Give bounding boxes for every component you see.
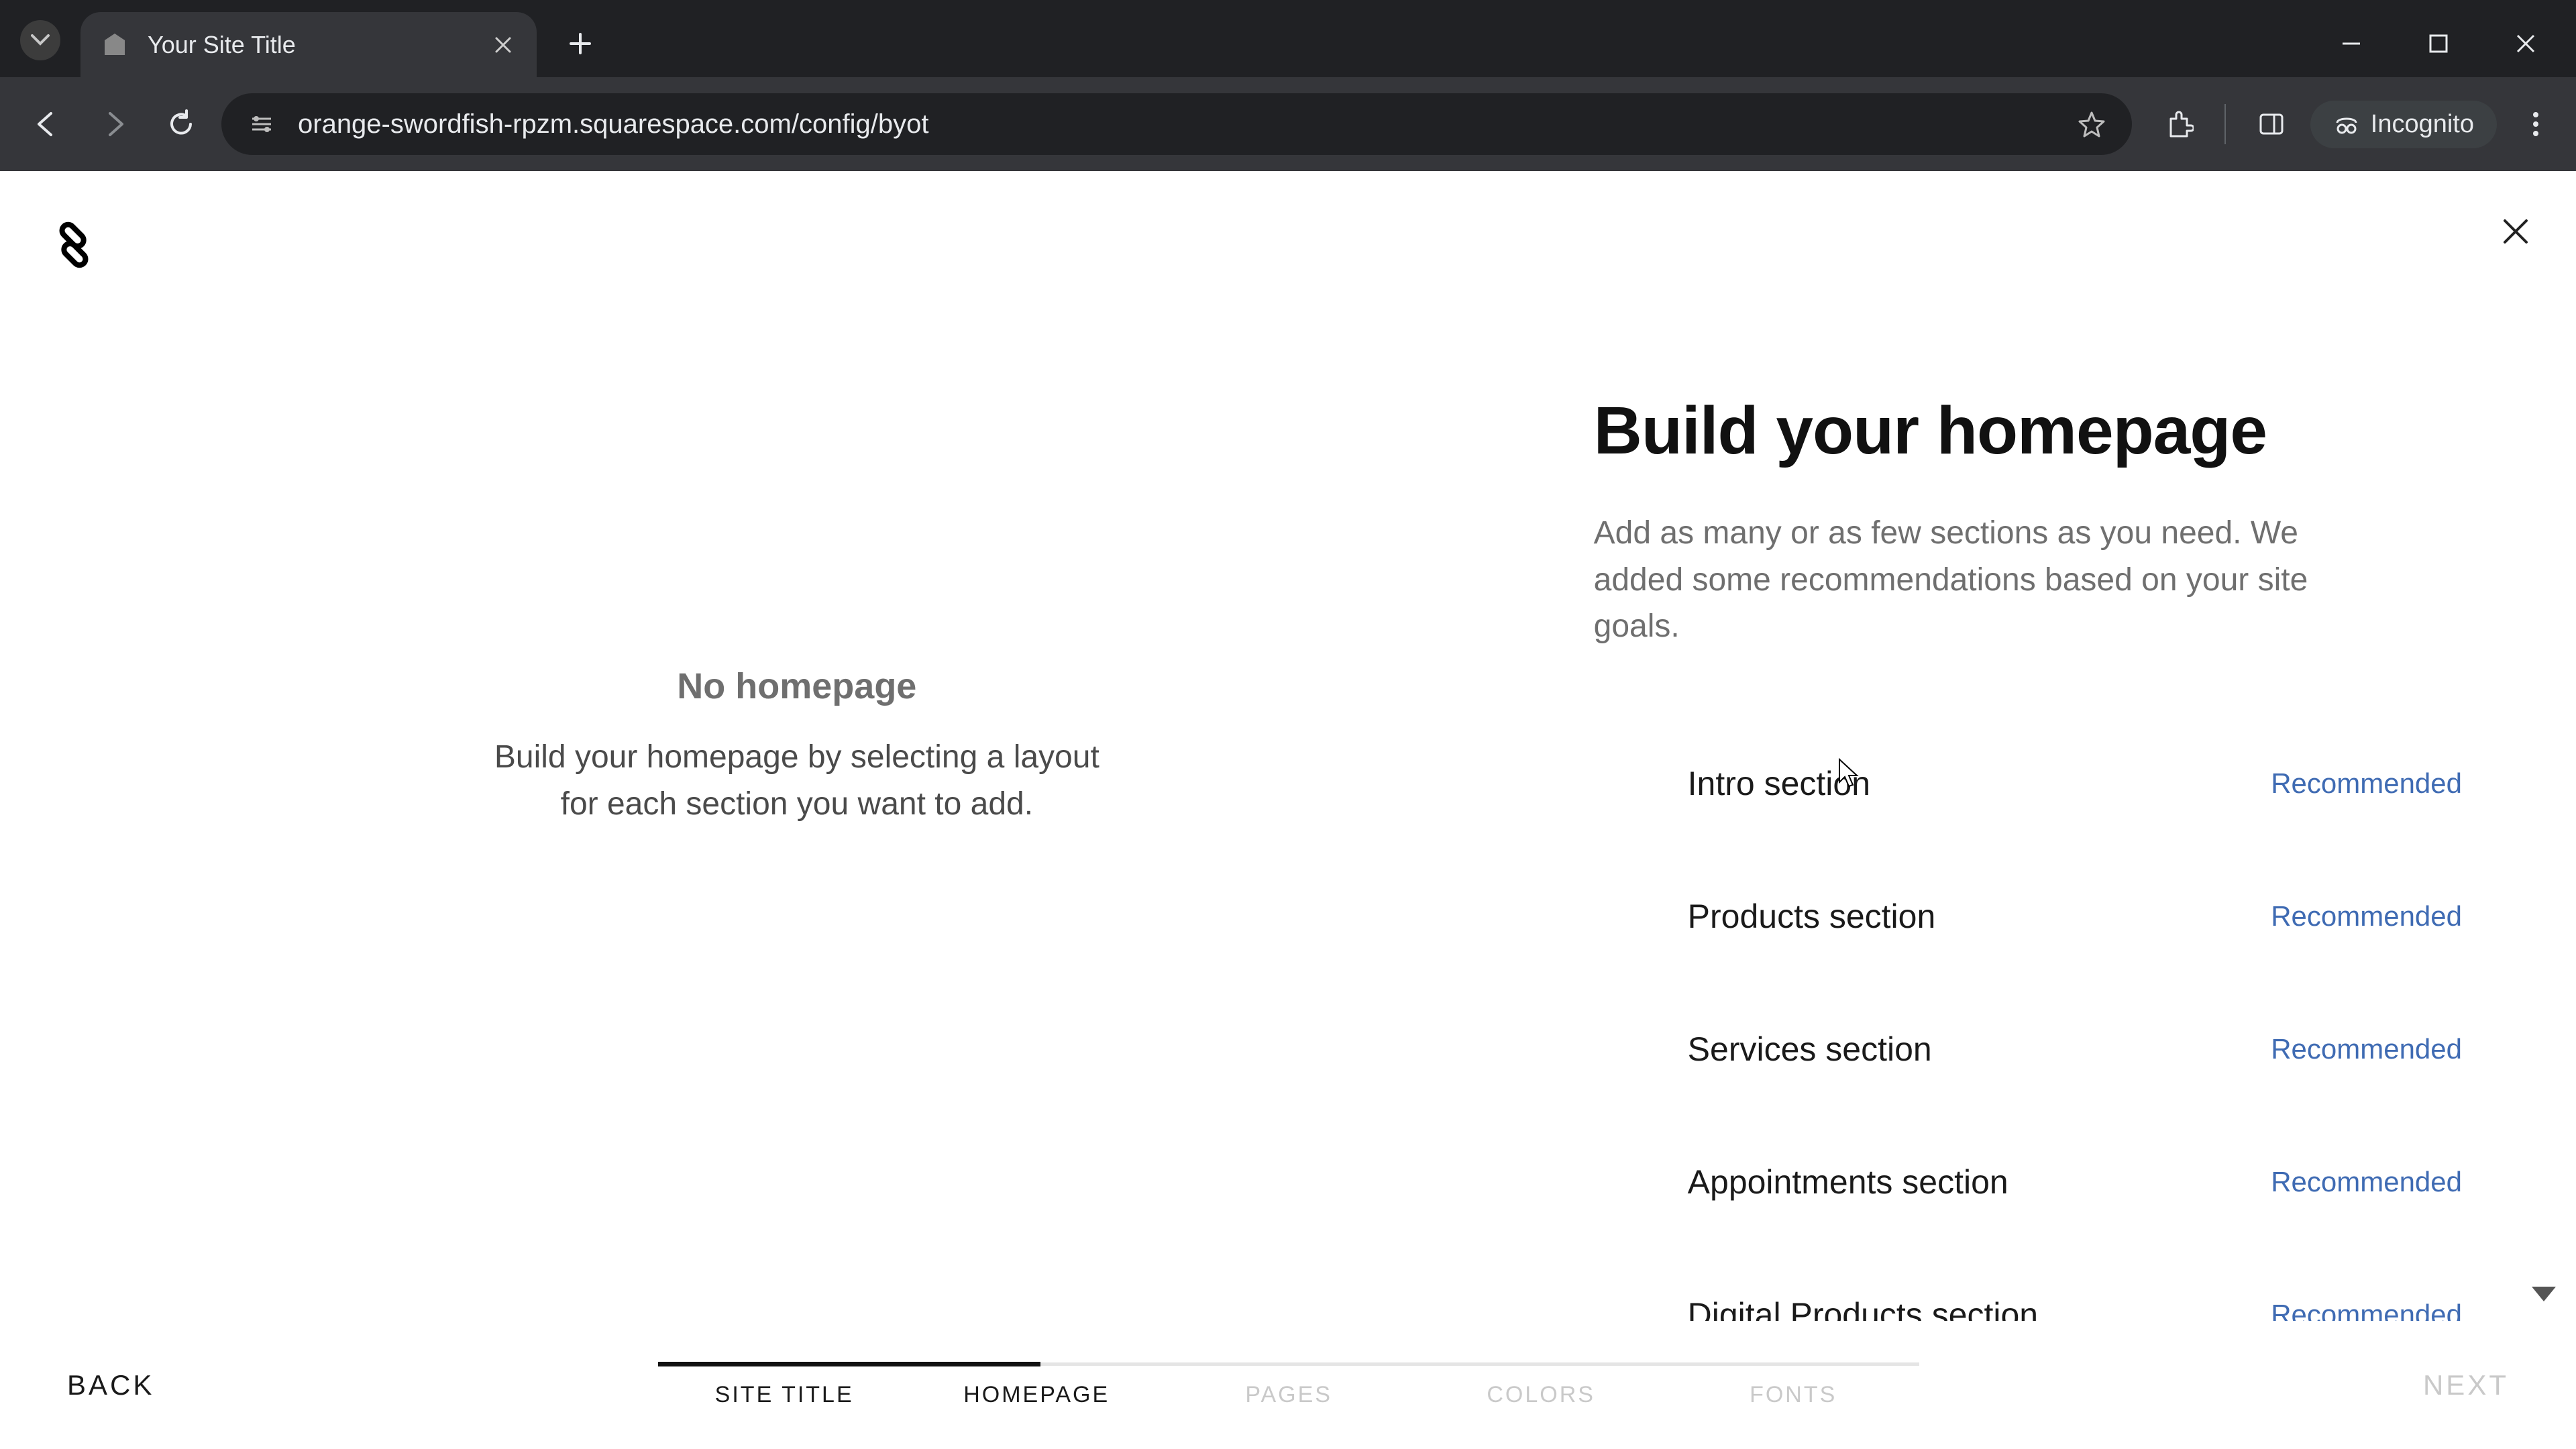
chevron-down-icon (31, 34, 50, 46)
recommended-badge: Recommended (2271, 1033, 2462, 1065)
address-bar-url: orange-swordfish-rpzm.squarespace.com/co… (298, 109, 2055, 140)
arrow-left-icon (32, 109, 62, 139)
stepper-track (658, 1362, 1919, 1366)
squarespace-logo-icon (40, 211, 107, 278)
app-header (0, 171, 2576, 305)
section-list[interactable]: Intro section Recommended Products secti… (1594, 717, 2462, 1321)
arrow-right-icon (99, 109, 129, 139)
stepper-labels: SITE TITLE HOMEPAGE PAGES COLORS FONTS (658, 1382, 1919, 1408)
section-row-digital-products[interactable]: Digital Products section Recommended (1594, 1248, 2462, 1321)
close-icon (494, 36, 513, 54)
section-row-products[interactable]: Products section Recommended (1594, 850, 2462, 983)
panel-icon (2258, 111, 2285, 138)
step-site-title[interactable]: SITE TITLE (658, 1382, 910, 1408)
squarespace-logo[interactable] (40, 211, 107, 278)
tab-favicon-icon (101, 31, 129, 59)
kebab-icon (2532, 111, 2539, 138)
browser-tab[interactable]: Your Site Title (80, 12, 537, 77)
sidepanel-button[interactable] (2251, 104, 2292, 144)
recommended-badge: Recommended (2271, 767, 2462, 800)
puzzle-icon (2164, 109, 2194, 139)
plus-icon (568, 32, 592, 56)
section-row-appointments[interactable]: Appointments section Recommended (1594, 1116, 2462, 1248)
app-close-button[interactable] (2496, 211, 2536, 252)
nav-back-button[interactable] (20, 97, 74, 151)
nav-forward-button[interactable] (87, 97, 141, 151)
toolbar-right: Incognito (2145, 101, 2556, 148)
toolbar-divider (2224, 104, 2226, 144)
config-title: Build your homepage (1594, 392, 2462, 470)
address-bar[interactable]: orange-swordfish-rpzm.squarespace.com/co… (221, 93, 2132, 155)
reload-icon (166, 109, 196, 139)
step-fonts: FONTS (1667, 1382, 1919, 1408)
step-homepage[interactable]: HOMEPAGE (910, 1382, 1163, 1408)
incognito-indicator[interactable]: Incognito (2310, 101, 2497, 148)
browser-toolbar: orange-swordfish-rpzm.squarespace.com/co… (0, 77, 2576, 171)
app-body: No homepage Build your homepage by selec… (0, 171, 2576, 1322)
star-icon (2078, 110, 2106, 138)
site-settings-icon[interactable] (246, 108, 278, 140)
app-viewport: No homepage Build your homepage by selec… (0, 171, 2576, 1449)
minimize-icon (2340, 32, 2363, 55)
step-colors: COLORS (1415, 1382, 1667, 1408)
app-footer: BACK SITE TITLE HOMEPAGE PAGES COLORS FO… (0, 1322, 2576, 1449)
section-name: Intro section (1688, 764, 1870, 803)
window-close-button[interactable] (2509, 27, 2542, 60)
config-subtitle: Add as many or as few sections as you ne… (1594, 510, 2365, 650)
section-name: Digital Products section (1688, 1295, 2038, 1321)
section-row-services[interactable]: Services section Recommended (1594, 983, 2462, 1116)
nav-reload-button[interactable] (154, 97, 208, 151)
next-button: NEXT (2423, 1369, 2509, 1401)
preview-subtitle: Build your homepage by selecting a layou… (475, 734, 1119, 827)
browser-chrome: Your Site Title (0, 0, 2576, 171)
section-name: Appointments section (1688, 1163, 2008, 1201)
window-maximize-button[interactable] (2422, 27, 2455, 60)
stepper-fill (658, 1362, 1040, 1366)
tab-search-dropdown[interactable] (20, 20, 60, 60)
new-tab-button[interactable] (564, 27, 597, 60)
incognito-label: Incognito (2371, 110, 2474, 139)
window-controls (2334, 0, 2576, 60)
tab-title: Your Site Title (148, 31, 490, 59)
section-name: Services section (1688, 1030, 1932, 1069)
section-name: Products section (1688, 897, 1936, 936)
recommended-badge: Recommended (2271, 1166, 2462, 1198)
step-pages: PAGES (1163, 1382, 1415, 1408)
incognito-icon (2333, 111, 2360, 138)
preview-title: No homepage (677, 665, 916, 707)
recommended-badge: Recommended (2271, 900, 2462, 932)
close-icon (2515, 33, 2536, 54)
window-minimize-button[interactable] (2334, 27, 2368, 60)
config-pane: Build your homepage Add as many or as fe… (1594, 171, 2576, 1322)
tab-close-button[interactable] (490, 32, 517, 58)
maximize-icon (2428, 34, 2449, 54)
recommended-badge: Recommended (2271, 1299, 2462, 1321)
browser-menu-button[interactable] (2516, 104, 2556, 144)
bookmark-button[interactable] (2076, 108, 2108, 140)
scroll-down-indicator[interactable] (2532, 1287, 2556, 1301)
extensions-button[interactable] (2159, 104, 2199, 144)
preview-pane: No homepage Build your homepage by selec… (0, 171, 1594, 1322)
section-row-intro[interactable]: Intro section Recommended (1594, 717, 2462, 850)
progress-stepper: SITE TITLE HOMEPAGE PAGES COLORS FONTS (658, 1362, 1919, 1408)
back-button[interactable]: BACK (67, 1369, 154, 1401)
browser-titlebar: Your Site Title (0, 0, 2576, 77)
close-icon (2500, 215, 2532, 248)
